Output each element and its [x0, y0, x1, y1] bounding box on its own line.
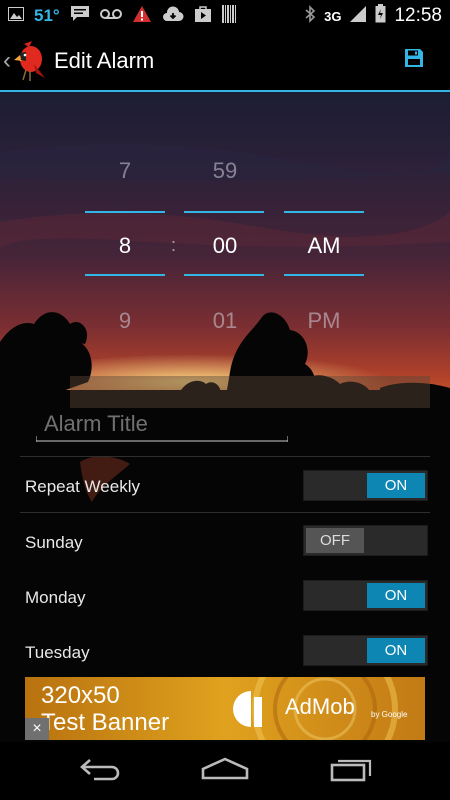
time-separator: : — [171, 235, 177, 255]
alarm-editor: 7 8 9 : 59 00 01 AM PM Repeat Weekly ON … — [0, 92, 450, 742]
clock: 12:58 — [394, 5, 442, 26]
save-icon — [405, 49, 423, 67]
ampm-bottom-line — [284, 274, 364, 276]
hour-next[interactable]: 9 — [84, 308, 166, 334]
network-type: 3G — [324, 8, 342, 24]
ad-close-button[interactable]: × — [25, 718, 49, 740]
toggle-knob: ON — [367, 638, 425, 663]
cardinal-app-icon[interactable] — [12, 40, 50, 87]
minute-current[interactable]: 00 — [184, 233, 266, 259]
ampm-top-line — [284, 211, 364, 213]
recent-apps-icon — [330, 759, 372, 782]
action-bar: ‹ Edit Alarm — [0, 32, 450, 92]
chat-icon — [70, 5, 90, 27]
signal-icon — [349, 5, 367, 28]
day-label-sunday: Sunday — [25, 533, 83, 552]
repeat-weekly-toggle[interactable]: ON — [303, 470, 428, 501]
page-title: Edit Alarm — [54, 48, 155, 73]
admob-logo-icon — [229, 687, 273, 736]
hour-prev[interactable]: 7 — [84, 158, 166, 184]
toggle-knob: ON — [367, 583, 425, 608]
ad-banner[interactable]: 320x50 Test Banner AdMob by Google × — [25, 677, 425, 740]
temperature: 51° — [34, 6, 60, 25]
ampm-current[interactable]: AM — [283, 233, 365, 259]
repeat-weekly-label: Repeat Weekly — [25, 477, 140, 496]
hour-bottom-line — [85, 274, 165, 276]
divider — [20, 456, 430, 457]
minute-prev[interactable]: 59 — [184, 158, 266, 184]
home-button[interactable] — [200, 756, 250, 787]
cloud-download-icon — [162, 5, 184, 27]
minute-bottom-line — [184, 274, 264, 276]
alarm-title-underline — [36, 436, 288, 442]
day-label-monday: Monday — [25, 588, 86, 607]
bluetooth-icon — [304, 4, 316, 28]
monday-toggle[interactable]: ON — [303, 580, 428, 611]
hour-current[interactable]: 8 — [84, 233, 166, 259]
alarm-title-field[interactable] — [36, 408, 288, 442]
toggle-knob: ON — [367, 473, 425, 498]
ad-by-google: by Google — [371, 710, 408, 719]
day-label-tuesday: Tuesday — [25, 643, 90, 662]
barcode-icon — [221, 4, 236, 28]
home-icon — [201, 757, 249, 780]
navigation-bar — [0, 742, 450, 800]
image-icon — [8, 6, 24, 26]
back-button[interactable] — [78, 756, 122, 787]
sunday-toggle[interactable]: OFF — [303, 525, 428, 556]
save-button[interactable] — [404, 48, 430, 74]
battery-icon — [375, 4, 386, 28]
toggle-knob: OFF — [306, 528, 364, 553]
ad-text-size: 320x50 — [41, 682, 120, 709]
minute-next[interactable]: 01 — [184, 308, 266, 334]
recent-apps-button[interactable] — [330, 756, 374, 787]
warning-icon — [132, 5, 152, 28]
voicemail-icon — [99, 7, 122, 25]
minute-top-line — [184, 211, 264, 213]
title-band — [70, 376, 430, 408]
ampm-next[interactable]: PM — [283, 308, 365, 334]
tuesday-toggle[interactable]: ON — [303, 635, 428, 666]
play-store-icon — [194, 5, 212, 28]
hour-top-line — [85, 211, 165, 213]
back-icon — [80, 759, 120, 781]
up-caret-icon[interactable]: ‹ — [3, 47, 11, 75]
status-bar: 51° 3G 12:58 — [0, 0, 450, 32]
ad-text-title: Test Banner — [41, 709, 170, 736]
divider — [20, 512, 430, 513]
alarm-title-input[interactable] — [36, 408, 288, 440]
ad-brand: AdMob — [285, 694, 355, 719]
